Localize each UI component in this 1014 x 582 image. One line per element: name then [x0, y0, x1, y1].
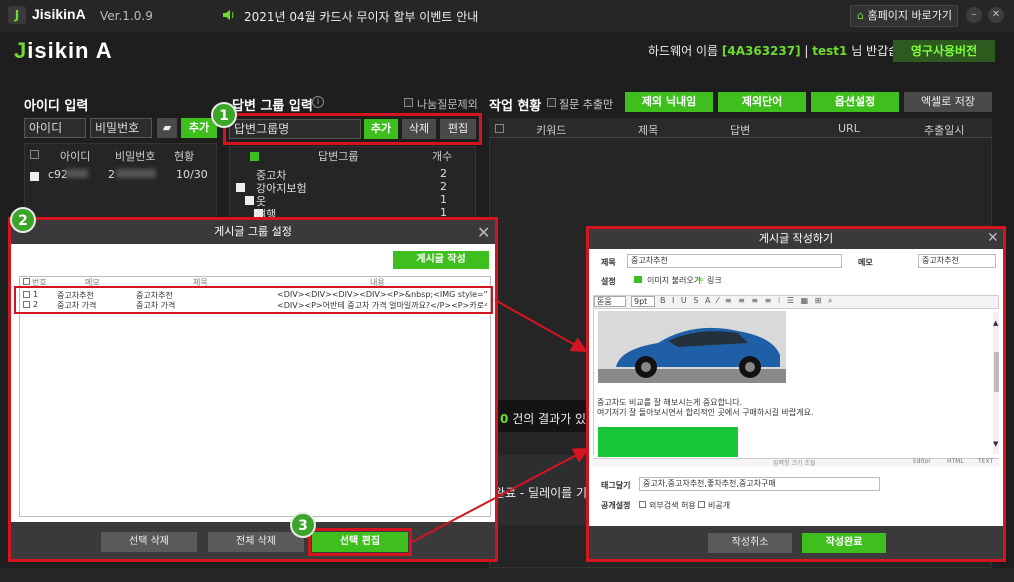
subject-input[interactable]: 중고차추천 [627, 254, 842, 268]
link-icon: ∞ [697, 275, 704, 284]
tab-editor[interactable]: Editor [913, 458, 931, 465]
tab-html[interactable]: HTML [947, 458, 964, 465]
settings-label: 설정 [601, 277, 616, 286]
tab-text[interactable]: TEXT [978, 458, 993, 465]
body-line-2: 여기저기 잘 돌아보시면서 합리적인 곳에서 구매하시길 바랍게요. [597, 408, 814, 417]
tag-label: 태그달기 [601, 481, 631, 490]
private-label: 비공개 [708, 501, 731, 510]
resize-handle[interactable]: 입력창 크기 조절 [773, 458, 815, 467]
memo-input[interactable]: 중고차추천 [918, 254, 996, 268]
step-badge-2: 2 [10, 207, 36, 233]
step-badge-3: 3 [290, 512, 316, 538]
write-dialog-title: 게시글 작성하기 [589, 229, 1003, 249]
write-dialog-close-icon[interactable]: ✕ [987, 230, 999, 246]
write-cancel-button[interactable]: 작성취소 [708, 533, 792, 553]
link-button[interactable]: 링크 [707, 275, 722, 286]
subject-label: 제목 [601, 258, 616, 267]
font-select[interactable]: 돋움 [594, 296, 626, 307]
step-badge-1: 1 [211, 102, 237, 128]
image-icon [634, 276, 642, 283]
car-image [598, 311, 786, 383]
green-banner [598, 427, 738, 457]
size-select[interactable]: 9pt [631, 296, 655, 307]
write-done-button[interactable]: 작성완료 [802, 533, 886, 553]
public-label: 공개설정 [601, 501, 631, 510]
format-icons[interactable]: B I U S A ⁄ ≡ ≡ ≡ ≡ ⁝ ☰ ▦ ⊞ ⌕ [660, 296, 834, 306]
external-search-checkbox[interactable] [639, 501, 646, 508]
editor-scroll-thumb[interactable] [994, 352, 999, 392]
arrow-to-editor-2 [411, 448, 590, 543]
arrow-to-editor [494, 299, 588, 352]
scroll-up-icon[interactable]: ▲ [993, 319, 998, 327]
external-search-label: 외부검색 허용 [649, 501, 696, 510]
image-load-link[interactable]: 이미지 불러오기 [647, 275, 701, 286]
private-checkbox[interactable] [698, 501, 705, 508]
write-dialog-footer [589, 526, 1003, 559]
memo-label: 메모 [858, 258, 873, 267]
scroll-down-icon[interactable]: ▼ [993, 440, 998, 448]
tag-input[interactable]: 중고차,중고차추천,좋차추천,중고차구매 [639, 477, 880, 491]
